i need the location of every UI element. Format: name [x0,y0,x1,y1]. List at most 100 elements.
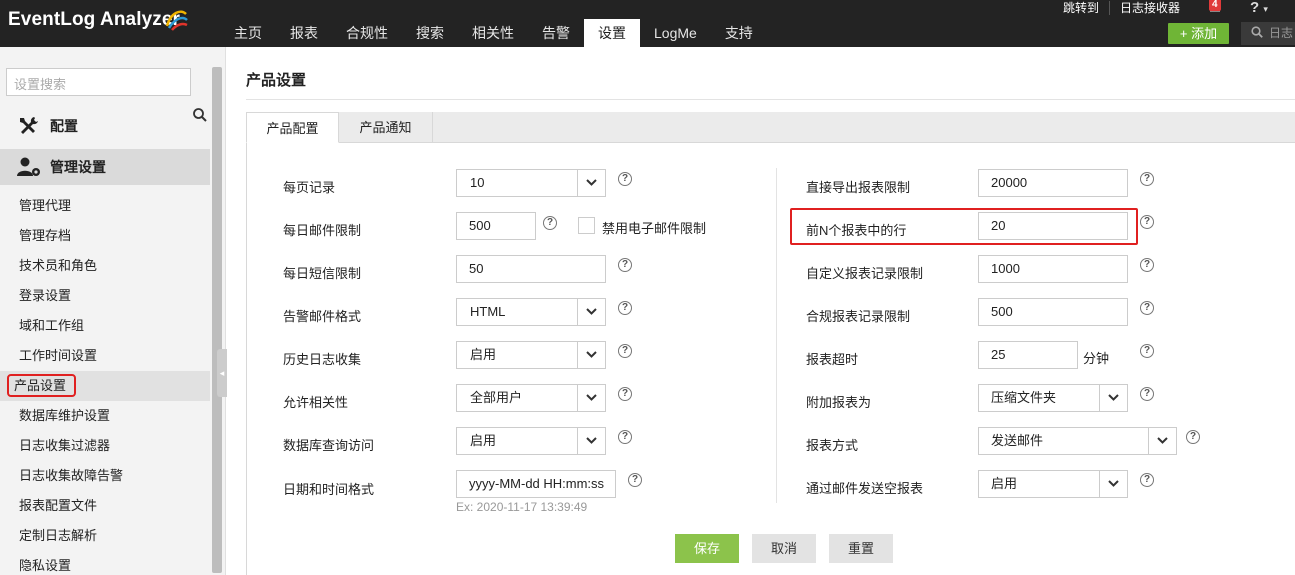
sidebar-item-technicians-roles[interactable]: 技术员和角色 [0,251,210,281]
nav-tab-reports[interactable]: 报表 [276,19,332,47]
nav-tab-home[interactable]: 主页 [220,19,276,47]
daily-sms-limit-label: 每日短信限制 [283,266,362,281]
send-empty-report-select[interactable]: 启用 [978,470,1128,498]
sidebar-item-product-settings[interactable]: 产品设置 [0,371,210,401]
disable-mail-limit-checkbox[interactable] [578,217,595,234]
disable-mail-limit-label: 禁用电子邮件限制 [602,221,707,236]
main-nav: 主页 报表 合规性 搜索 相关性 告警 设置 LogMe 支持 [220,19,767,47]
history-log-collection-label: 历史日志收集 [283,352,362,367]
help-icon[interactable]: ? [1140,387,1154,401]
help-icon[interactable]: ? [1186,430,1200,444]
sidebar-collapse-handle[interactable]: ◂ [217,349,227,397]
nav-tab-logme[interactable]: LogMe [640,19,711,47]
direct-export-limit-input[interactable]: 20000 [978,169,1128,197]
allow-correlation-select[interactable]: 全部用户 [456,384,606,412]
db-query-access-select[interactable]: 启用 [456,427,606,455]
tools-icon [20,117,38,134]
chevron-down-icon [1157,437,1168,444]
tab-product-notification[interactable]: 产品通知 [339,112,433,143]
sidebar-section-config[interactable]: 配置 [0,108,210,144]
report-method-select[interactable]: 发送邮件 [978,427,1177,455]
attach-report-as-select[interactable]: 压缩文件夹 [978,384,1128,412]
direct-export-limit-label: 直接导出报表限制 [806,180,911,195]
sidebar-item-log-filters[interactable]: 日志收集过滤器 [0,431,210,461]
top-links: 跳转到 日志接收器 [1053,0,1190,16]
help-icon[interactable]: ? [1140,301,1154,315]
sidebar-section-management[interactable]: 管理设置 [0,149,210,185]
report-timeout-input[interactable]: 25 [978,341,1078,369]
sidebar: 设置搜索 配置 管理设置 管理代理 管理存档 技术员和角色 登录设置 域和工作组… [0,47,227,575]
nav-tab-settings[interactable]: 设置 [584,19,640,47]
settings-tabs: 产品配置 产品通知 [246,112,1295,143]
chevron-down-icon [1108,394,1119,401]
report-method-label: 报表方式 [806,438,859,453]
sidebar-item-custom-log-parsing[interactable]: 定制日志解析 [0,521,210,551]
datetime-format-example: Ex: 2020-11-17 13:39:49 [456,500,588,514]
help-icon[interactable]: ? [1140,215,1154,229]
help-icon[interactable]: ? [618,258,632,272]
history-log-collection-select[interactable]: 启用 [456,341,606,369]
logo-swoosh-icon [165,10,188,31]
rows-per-page-select[interactable]: 10 [456,169,606,197]
user-settings-icon [17,157,40,176]
sidebar-item-working-hours[interactable]: 工作时间设置 [0,341,210,371]
sidebar-section-label: 管理设置 [50,159,106,175]
chevron-down-icon [586,308,597,315]
help-icon[interactable]: ? [1140,258,1154,272]
help-icon[interactable]: ? [618,301,632,315]
tab-product-config[interactable]: 产品配置 [246,112,339,143]
jump-to-link[interactable]: 跳转到 [1053,1,1110,15]
sidebar-item-manage-archives[interactable]: 管理存档 [0,221,210,251]
chevron-down-icon [586,351,597,358]
help-icon[interactable]: ? [628,473,642,487]
help-icon[interactable]: ? [618,344,632,358]
alert-mail-format-select[interactable]: HTML [456,298,606,326]
sidebar-item-domains-workgroups[interactable]: 域和工作组 [0,311,210,341]
sidebar-item-log-failure-alerts[interactable]: 日志收集故障告警 [0,461,210,491]
sidebar-scrollbar[interactable] [212,67,222,573]
column-divider [776,168,777,503]
sidebar-menu: 管理代理 管理存档 技术员和角色 登录设置 域和工作组 工作时间设置 产品设置 … [0,191,210,575]
app-logo[interactable]: EventLog Analyzer [8,9,180,31]
report-timeout-label: 报表超时 [806,352,859,367]
chevron-down-icon [586,437,597,444]
sidebar-item-db-maintenance[interactable]: 数据库维护设置 [0,401,210,431]
top-n-rows-input[interactable]: 20 [978,212,1128,240]
sidebar-item-report-profiles[interactable]: 报表配置文件 [0,491,210,521]
nav-tab-search[interactable]: 搜索 [402,19,458,47]
datetime-format-label: 日期和时间格式 [283,482,375,497]
help-icon[interactable]: ? [618,430,632,444]
allow-correlation-label: 允许相关性 [283,395,349,410]
help-icon[interactable]: ? [1140,344,1154,358]
settings-search-input[interactable]: 设置搜索 [6,68,191,96]
help-menu-icon[interactable]: ? ▾ [1250,0,1268,16]
help-icon[interactable]: ? [618,172,632,186]
compliance-report-limit-label: 合规报表记录限制 [806,309,911,324]
notification-count-badge: 4 [1209,0,1221,11]
sidebar-item-manage-agents[interactable]: 管理代理 [0,191,210,221]
rows-per-page-label: 每页记录 [283,180,336,195]
help-icon[interactable]: ? [1140,473,1154,487]
help-icon[interactable]: ? [618,387,632,401]
reset-button[interactable]: 重置 [829,534,893,563]
help-icon[interactable]: ? [543,216,557,230]
cancel-button[interactable]: 取消 [752,534,816,563]
nav-tab-support[interactable]: 支持 [711,19,767,47]
datetime-format-input[interactable]: yyyy-MM-dd HH:mm:ss [456,470,616,498]
nav-tab-correlation[interactable]: 相关性 [458,19,528,47]
daily-mail-limit-input[interactable]: 500 [456,212,536,240]
top-n-rows-label: 前N个报表中的行 [806,223,907,238]
nav-tab-compliance[interactable]: 合规性 [332,19,402,47]
log-receiver-link[interactable]: 日志接收器 [1110,1,1190,15]
help-icon[interactable]: ? [1140,172,1154,186]
custom-report-limit-label: 自定义报表记录限制 [806,266,924,281]
save-button[interactable]: 保存 [675,534,739,563]
sidebar-item-privacy-settings[interactable]: 隐私设置 [0,551,210,575]
compliance-report-limit-input[interactable]: 500 [978,298,1128,326]
daily-sms-limit-input[interactable]: 50 [456,255,606,283]
custom-report-limit-input[interactable]: 1000 [978,255,1128,283]
sidebar-item-login-settings[interactable]: 登录设置 [0,281,210,311]
top-search-input[interactable]: 日志 [1241,22,1295,45]
add-button[interactable]: + 添加 [1168,23,1229,44]
nav-tab-alerts[interactable]: 告警 [528,19,584,47]
